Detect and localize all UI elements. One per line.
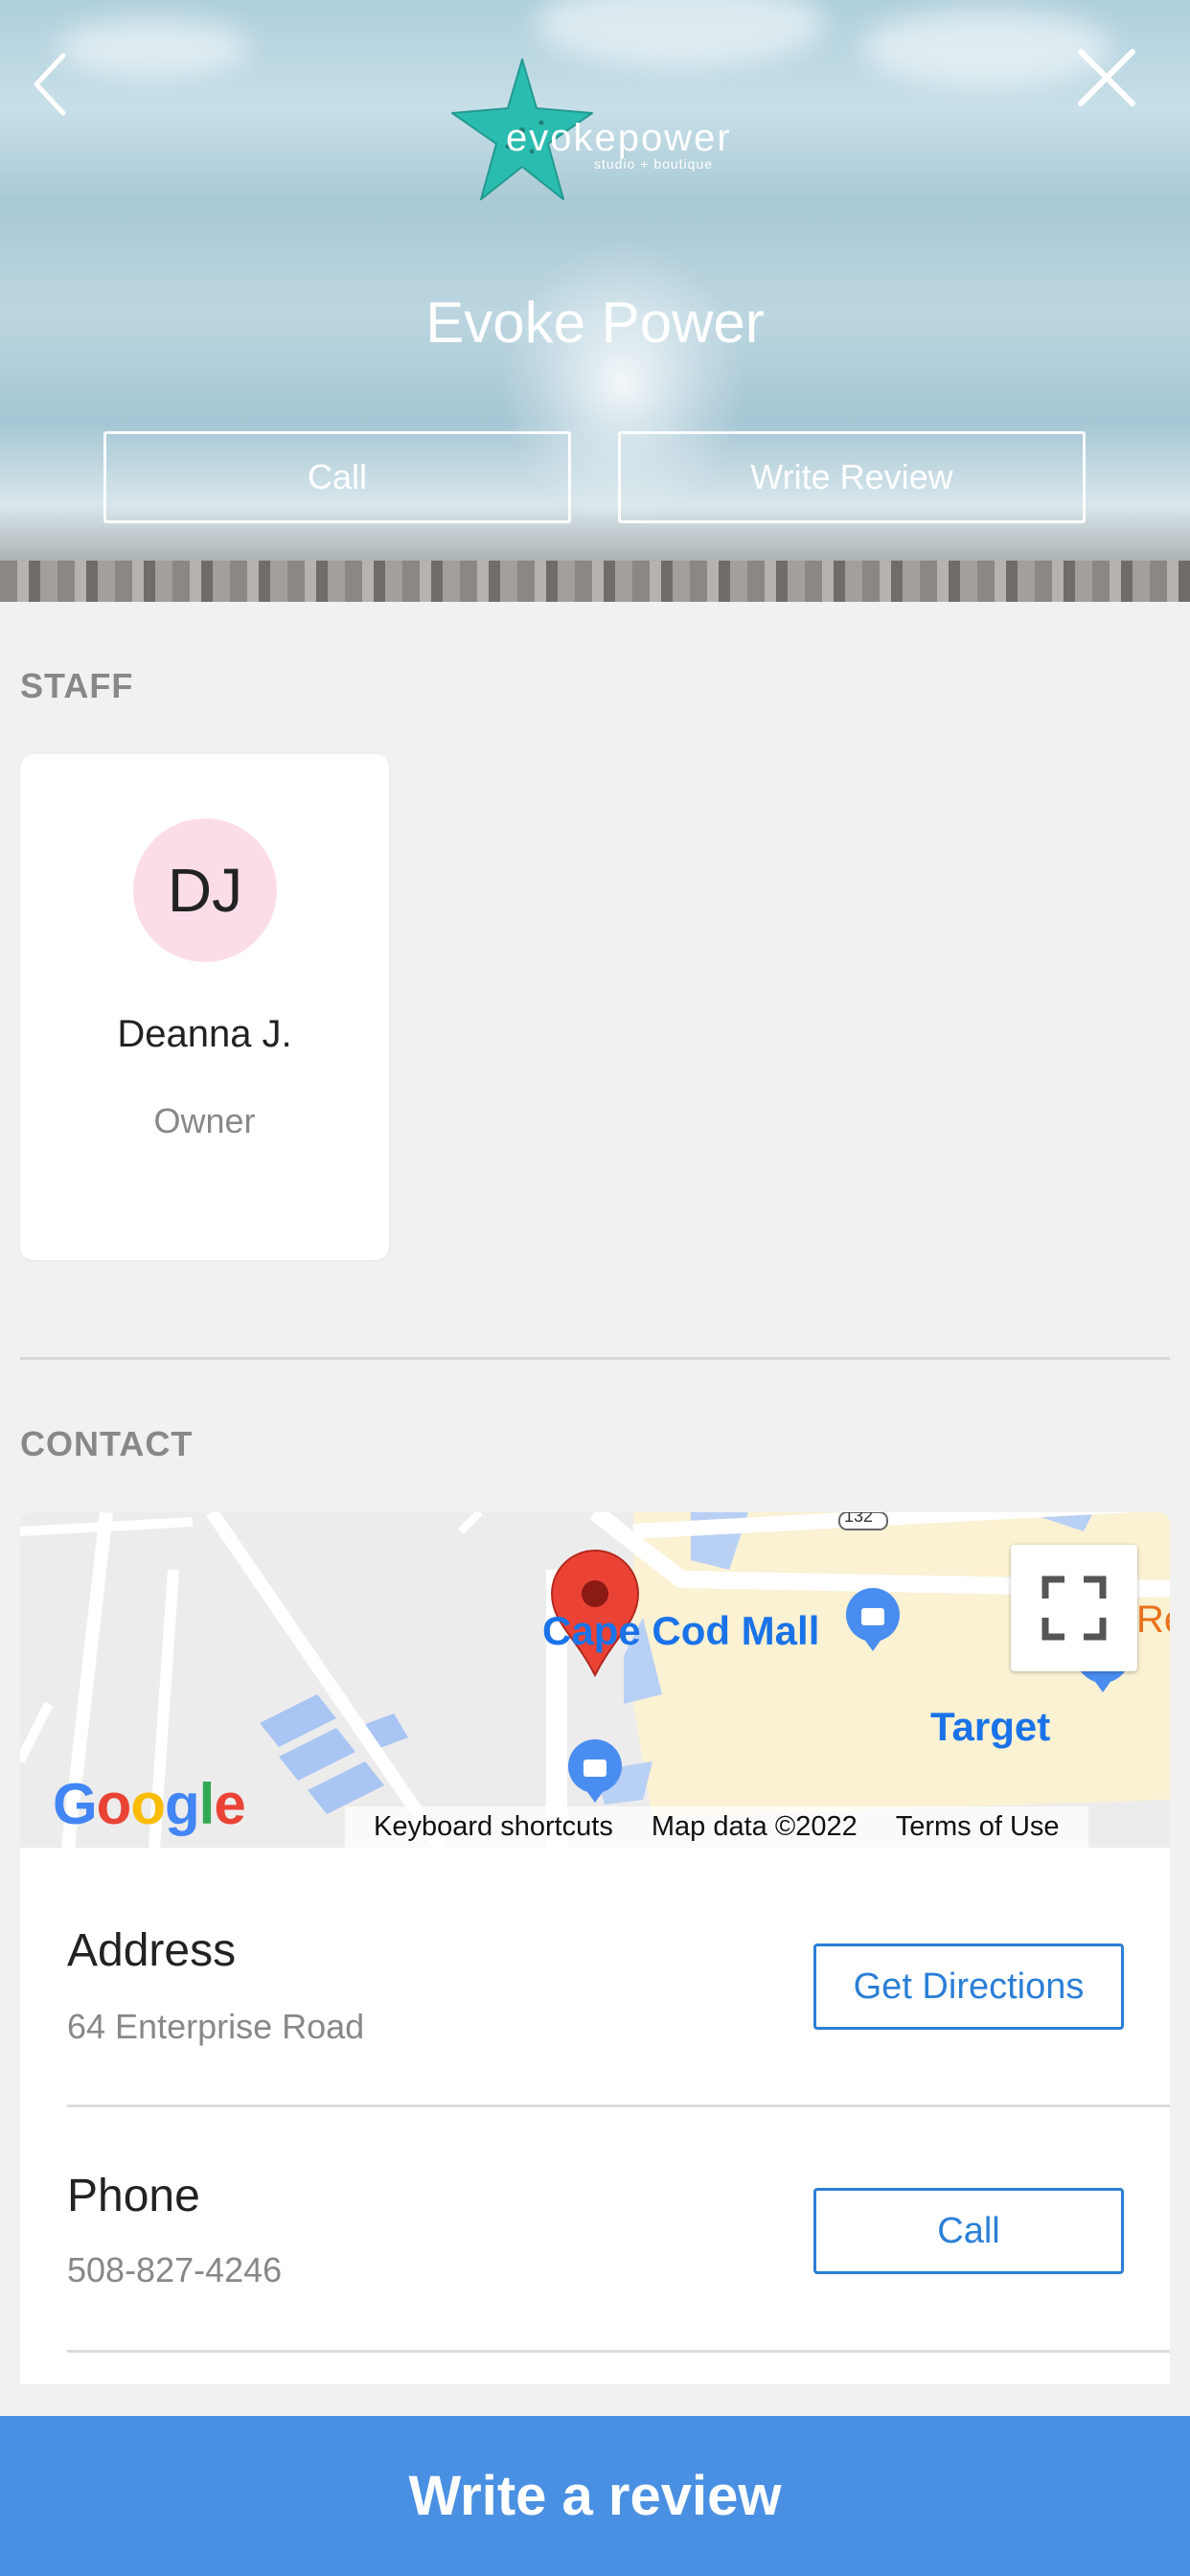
contact-card: Address 64 Enterprise Road Get Direction… (20, 1848, 1170, 2384)
call-phone-button[interactable]: Call (813, 2188, 1124, 2274)
sky-cloud (57, 19, 249, 77)
map-label-re: Re (1136, 1598, 1170, 1641)
dock-boards (0, 561, 1190, 602)
fullscreen-button[interactable] (1011, 1545, 1137, 1671)
avatar: DJ (133, 818, 277, 962)
map-label-mall: Cape Cod Mall (542, 1608, 820, 1653)
call-button[interactable]: Call (103, 431, 571, 523)
staff-name: Deanna J. (117, 1013, 292, 1055)
business-title: Evoke Power (425, 290, 765, 355)
fullscreen-icon (1041, 1576, 1107, 1641)
contact-section-label: CONTACT (20, 1424, 194, 1463)
map-label-target: Target (930, 1704, 1051, 1749)
staff-card[interactable]: DJ Deanna J. Owner (20, 754, 389, 1260)
map-data-text: Map data ©2022 (651, 1811, 858, 1842)
address-value: 64 Enterprise Road (67, 2007, 365, 2046)
close-icon[interactable] (1073, 44, 1140, 111)
address-title: Address (67, 1925, 237, 1976)
row-divider (67, 2350, 1170, 2353)
staff-role: Owner (153, 1101, 256, 1140)
row-divider (67, 2104, 1170, 2107)
phone-title: Phone (67, 2171, 200, 2221)
back-arrow-icon[interactable] (25, 46, 82, 123)
logo-subtext: studio + boutique (594, 156, 714, 172)
phone-value: 508-827-4246 (67, 2250, 283, 2289)
write-review-button[interactable]: Write Review (618, 431, 1086, 523)
route-shield: 132 (844, 1512, 874, 1526)
logo-wordmark: evokepower (506, 117, 732, 159)
get-directions-button[interactable]: Get Directions (813, 1944, 1124, 2030)
section-divider (20, 1357, 1170, 1360)
staff-section-label: STAFF (20, 666, 134, 705)
terms-of-use-link[interactable]: Terms of Use (877, 1811, 1079, 1843)
google-logo: Google (53, 1772, 246, 1836)
keyboard-shortcuts-link[interactable]: Keyboard shortcuts (355, 1811, 632, 1843)
write-a-review-button[interactable]: Write a review (0, 2416, 1190, 2576)
map-footer: Keyboard shortcuts Map data ©2022 Terms … (345, 1806, 1088, 1848)
